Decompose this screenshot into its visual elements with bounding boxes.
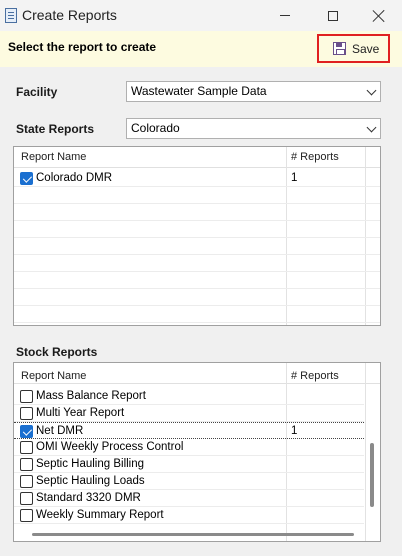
- table-row[interactable]: Colorado DMR 1: [14, 170, 380, 187]
- table-row[interactable]: Net DMR 1: [14, 422, 364, 439]
- save-button-label: Save: [352, 41, 380, 56]
- facility-value: Wastewater Sample Data: [131, 84, 267, 98]
- table-row[interactable]: Mass Balance Report: [14, 388, 364, 405]
- report-count-cell: 1: [291, 172, 298, 184]
- empty-row: [14, 272, 380, 289]
- empty-row: [14, 204, 380, 221]
- report-count-cell: 1: [291, 425, 298, 437]
- report-app-icon: [5, 8, 17, 23]
- report-name-cell: Standard 3320 DMR: [36, 492, 141, 504]
- state-dropdown[interactable]: Colorado: [126, 118, 381, 139]
- stock-reports-grid[interactable]: Report Name # Reports Mass Balance Repor…: [13, 362, 381, 542]
- empty-row: [14, 255, 380, 272]
- state-reports-grid[interactable]: Report Name # Reports Colorado DMR 1: [13, 146, 381, 326]
- row-checkbox[interactable]: [20, 475, 33, 488]
- minimize-icon: [280, 15, 290, 16]
- empty-row: [14, 289, 380, 306]
- stock-reports-label: Stock Reports: [16, 345, 98, 359]
- empty-row: [14, 238, 380, 255]
- report-name-cell: Multi Year Report: [36, 407, 125, 419]
- row-checkbox[interactable]: [20, 407, 33, 420]
- minimize-button[interactable]: [262, 0, 308, 31]
- report-name-cell: Colorado DMR: [36, 172, 113, 184]
- empty-row: [14, 306, 380, 323]
- table-row[interactable]: Septic Hauling Billing: [14, 456, 364, 473]
- table-row[interactable]: Weekly Summary Report: [14, 507, 364, 524]
- table-row[interactable]: Standard 3320 DMR: [14, 490, 364, 507]
- maximize-button[interactable]: [310, 0, 356, 31]
- row-checkbox[interactable]: [20, 390, 33, 403]
- row-checkbox[interactable]: [20, 458, 33, 471]
- column-header-report-count[interactable]: # Reports: [291, 151, 339, 163]
- report-name-cell: Septic Hauling Loads: [36, 475, 145, 487]
- vertical-scrollbar[interactable]: [370, 443, 374, 507]
- report-name-cell: Weekly Summary Report: [36, 509, 164, 521]
- table-row[interactable]: Multi Year Report: [14, 405, 364, 422]
- window-title: Create Reports: [22, 7, 117, 23]
- chevron-down-icon: [366, 122, 377, 133]
- report-name-cell: Mass Balance Report: [36, 390, 146, 402]
- row-checkbox[interactable]: [20, 441, 33, 454]
- facility-label: Facility: [16, 85, 58, 99]
- row-checkbox[interactable]: [20, 172, 33, 185]
- chevron-down-icon: [366, 85, 377, 96]
- row-checkbox[interactable]: [20, 492, 33, 505]
- title-bar: Create Reports: [0, 0, 402, 31]
- close-icon: [373, 10, 385, 22]
- state-value: Colorado: [131, 121, 180, 135]
- facility-dropdown[interactable]: Wastewater Sample Data: [126, 81, 381, 102]
- grid-header: Report Name # Reports: [14, 363, 380, 384]
- state-reports-label: State Reports: [16, 122, 95, 136]
- empty-row: [14, 187, 380, 204]
- table-row[interactable]: Septic Hauling Loads: [14, 473, 364, 490]
- report-name-cell: Net DMR: [36, 425, 84, 437]
- close-button[interactable]: [356, 0, 402, 31]
- empty-row: [14, 221, 380, 238]
- save-button[interactable]: Save: [317, 34, 390, 63]
- grid-header: Report Name # Reports: [14, 147, 380, 168]
- column-header-report-count[interactable]: # Reports: [291, 370, 339, 382]
- maximize-icon: [328, 10, 338, 21]
- row-checkbox[interactable]: [20, 425, 33, 438]
- table-row[interactable]: OMI Weekly Process Control: [14, 439, 364, 456]
- report-name-cell: OMI Weekly Process Control: [36, 441, 184, 453]
- select-report-prompt: Select the report to create: [8, 40, 157, 54]
- row-checkbox[interactable]: [20, 509, 33, 522]
- column-header-report-name[interactable]: Report Name: [21, 370, 86, 382]
- column-header-report-name[interactable]: Report Name: [21, 151, 86, 163]
- save-disk-icon: [333, 42, 346, 55]
- horizontal-scrollbar[interactable]: [32, 533, 354, 536]
- report-name-cell: Septic Hauling Billing: [36, 458, 145, 470]
